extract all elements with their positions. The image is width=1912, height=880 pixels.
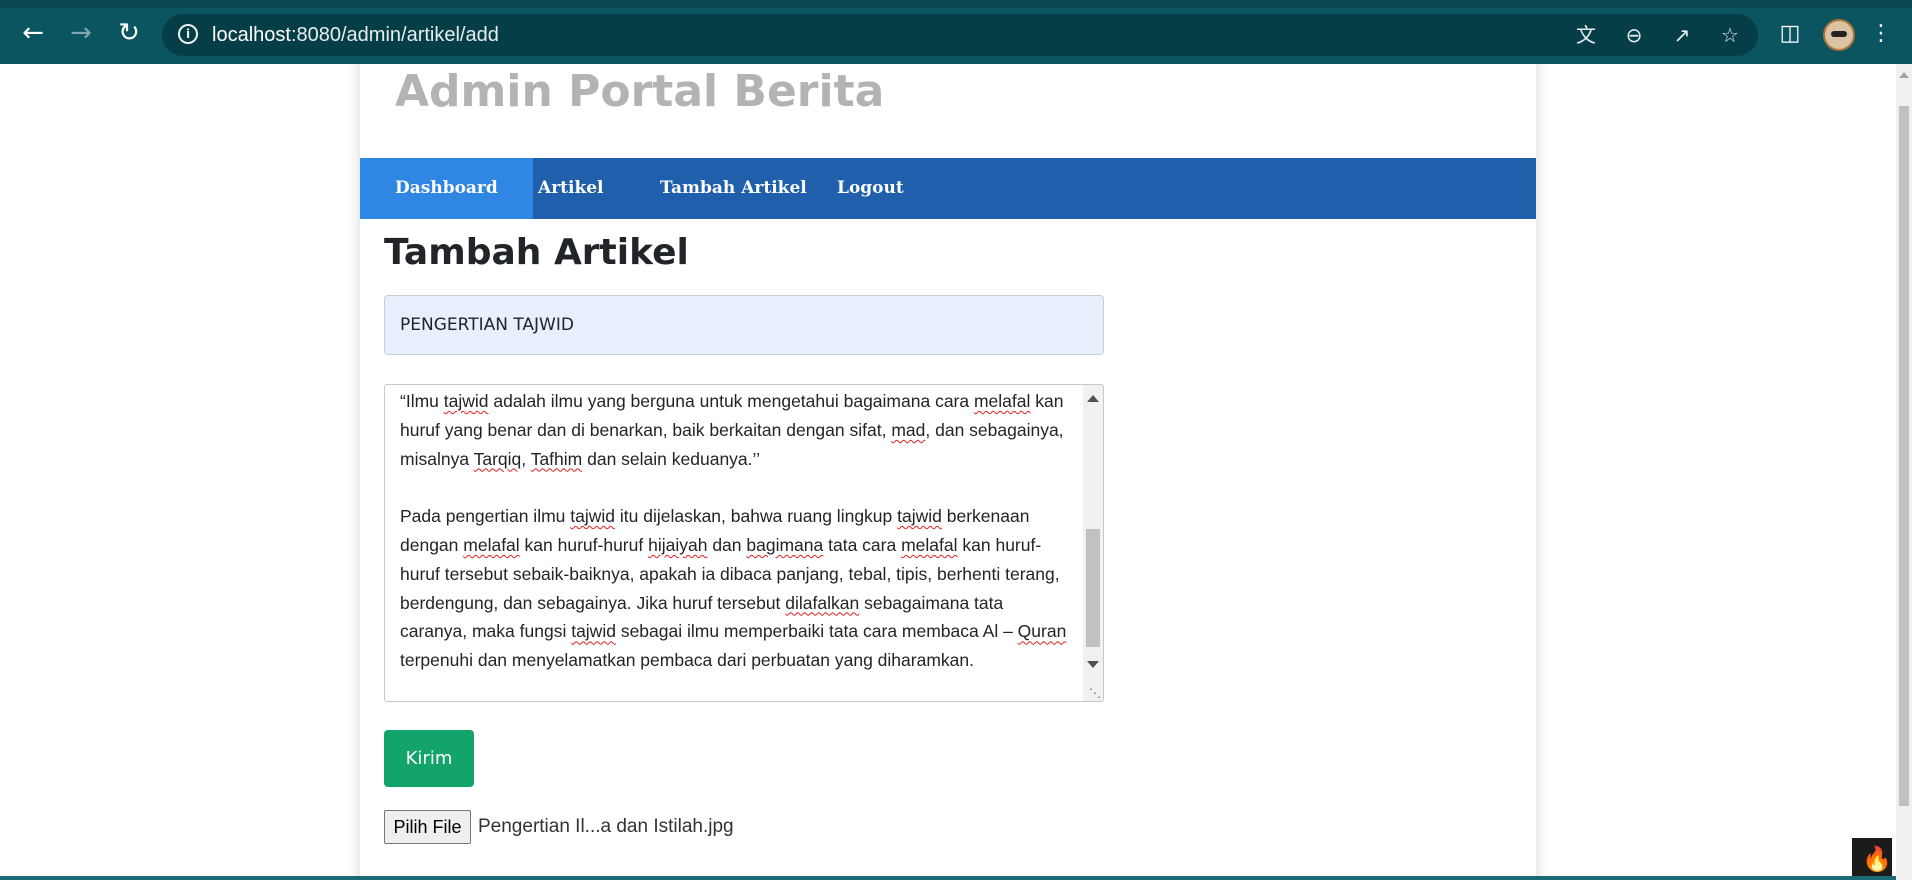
page-scroll-thumb[interactable]	[1899, 106, 1909, 806]
nav-item-logout[interactable]: Logout	[802, 158, 939, 219]
article-title-input[interactable]: PENGERTIAN TAJWID	[384, 295, 1104, 355]
page-scroll-up-icon[interactable]	[1899, 72, 1909, 78]
translate-icon[interactable]: 文	[1574, 23, 1598, 47]
main-navbar: Dashboard Artikel Tambah Artikel Logout	[360, 158, 1536, 219]
content-paragraph-1: “Ilmu tajwid adalah ilmu yang berguna un…	[400, 391, 1064, 469]
debug-toolbar-toggle[interactable]: 🔥	[1852, 838, 1892, 880]
resize-grip-icon[interactable]: ⋱	[1089, 687, 1101, 699]
url-path: :8080/admin/artikel/add	[290, 24, 499, 46]
address-bar[interactable]: i localhost:8080/admin/artikel/add 文 ⊖ ↗…	[162, 14, 1758, 56]
selected-file-name: Pengertian Il...a dan Istilah.jpg	[478, 816, 734, 837]
profile-avatar[interactable]	[1823, 19, 1855, 51]
page-heading: Tambah Artikel	[384, 232, 689, 273]
flame-icon: 🔥	[1862, 845, 1892, 873]
textarea-scrollbar[interactable]	[1083, 385, 1103, 701]
site-title: Admin Portal Berita	[395, 66, 885, 117]
share-icon[interactable]: ↗	[1670, 23, 1694, 47]
content-paragraph-2: Pada pengertian ilmu tajwid itu dijelask…	[400, 506, 1067, 671]
url-host: localhost	[212, 24, 291, 46]
side-panel-icon[interactable]: ◫	[1776, 20, 1804, 48]
article-content-textarea[interactable]: “Ilmu tajwid adalah ilmu yang berguna un…	[384, 384, 1104, 702]
nav-item-artikel[interactable]: Artikel	[503, 158, 639, 219]
browser-toolbar: ← → ↻ i localhost:8080/admin/artikel/add…	[0, 0, 1912, 64]
window-bottom-border	[0, 876, 1896, 880]
scroll-up-arrow-icon[interactable]	[1087, 395, 1099, 402]
page-scrollbar[interactable]	[1896, 64, 1912, 880]
forward-arrow-icon[interactable]: →	[66, 18, 96, 48]
url-text[interactable]: localhost:8080/admin/artikel/add	[212, 23, 499, 47]
zoom-out-icon[interactable]: ⊖	[1622, 23, 1646, 47]
back-arrow-icon[interactable]: ←	[18, 18, 48, 48]
article-content-text: “Ilmu tajwid adalah ilmu yang berguna un…	[400, 387, 1070, 675]
submit-button[interactable]: Kirim	[384, 730, 474, 787]
page-container: Admin Portal Berita Dashboard Artikel Ta…	[360, 64, 1536, 880]
page-viewport: Admin Portal Berita Dashboard Artikel Ta…	[0, 64, 1896, 880]
choose-file-button[interactable]: Pilih File	[384, 810, 471, 844]
textarea-scroll-thumb[interactable]	[1086, 529, 1100, 647]
star-icon[interactable]: ☆	[1718, 23, 1742, 47]
reload-icon[interactable]: ↻	[114, 18, 144, 48]
kebab-menu-icon[interactable]: ⋮	[1866, 19, 1896, 49]
content-blank-line	[400, 473, 1070, 502]
site-info-icon[interactable]: i	[178, 24, 198, 44]
scroll-down-arrow-icon[interactable]	[1087, 661, 1099, 668]
tab-strip	[0, 0, 1912, 8]
